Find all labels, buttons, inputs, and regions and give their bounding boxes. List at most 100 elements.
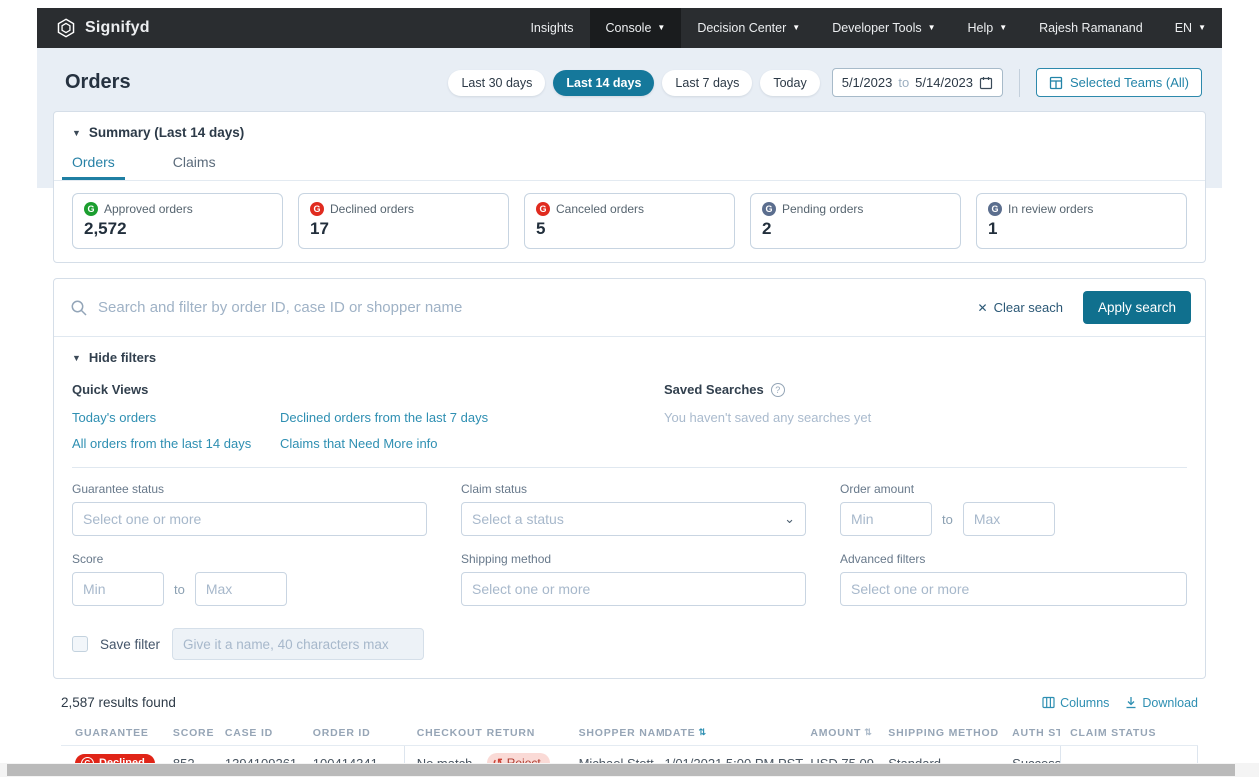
advanced-filters-input[interactable] — [840, 572, 1187, 606]
clear-search-label: Clear seach — [994, 300, 1063, 315]
search-panel: ✕ Clear seach Apply search ▼ Hide filter… — [53, 278, 1206, 679]
shipping-method-input[interactable] — [461, 572, 806, 606]
summary-card-label: Canceled orders — [556, 202, 644, 216]
column-header-label: SHIPPING METHOD — [888, 727, 999, 739]
range-pill-last-14-days[interactable]: Last 14 days — [553, 70, 654, 96]
column-header-label: CASE ID — [225, 727, 273, 739]
nav-item-insights[interactable]: Insights — [514, 8, 589, 48]
page-title: Orders — [65, 71, 131, 94]
columns-label: Columns — [1060, 696, 1109, 710]
horizontal-scrollbar-thumb[interactable] — [7, 764, 1235, 776]
score-max-input[interactable] — [195, 572, 287, 606]
nav-item-label: Developer Tools — [832, 21, 921, 35]
quick-view-link[interactable]: All orders from the last 14 days — [72, 436, 280, 451]
guarantee-status-input[interactable] — [72, 502, 427, 536]
column-header-label: SHOPPER NAME — [579, 727, 665, 739]
summary-card-label: In review orders — [1008, 202, 1093, 216]
nav-item-decision-center[interactable]: Decision Center ▼ — [681, 8, 816, 48]
score-min-input[interactable] — [72, 572, 164, 606]
claim-status-placeholder: Select a status — [472, 511, 564, 527]
clear-x-icon: ✕ — [978, 301, 988, 315]
nav-item-label: Decision Center — [697, 21, 786, 35]
clear-search-button[interactable]: ✕ Clear seach — [978, 300, 1063, 315]
summary-tabs: Orders Claims — [72, 154, 1187, 180]
summary-card-top: G Approved orders — [84, 202, 271, 216]
columns-button[interactable]: Columns — [1042, 696, 1109, 710]
search-row: ✕ Clear seach Apply search — [54, 279, 1205, 336]
range-pill-last-7-days[interactable]: Last 7 days — [662, 70, 752, 96]
guarantee-badge-icon: G — [310, 202, 324, 216]
summary-title: Summary (Last 14 days) — [89, 125, 244, 140]
date-range-input[interactable]: 5/1/2023 to 5/14/2023 — [832, 68, 1003, 97]
column-header-case: CASE ID — [225, 727, 313, 739]
tabs-divider — [54, 180, 1205, 181]
nav-item-developer-tools[interactable]: Developer Tools ▼ — [816, 8, 951, 48]
results-count: 2,587 results found — [61, 695, 176, 710]
summary-card-value: 5 — [536, 219, 723, 239]
summary-card-label: Declined orders — [330, 202, 414, 216]
column-header-label: SCORE — [173, 727, 214, 739]
saved-searches-title: Saved Searches — [664, 382, 764, 397]
nav-item-rajesh-ramanand[interactable]: Rajesh Ramanand — [1023, 8, 1159, 48]
column-header-date[interactable]: DATE⇅ — [664, 727, 810, 739]
summary-card: GDeclined orders17 — [298, 193, 509, 249]
quick-view-link[interactable]: Declined orders from the last 7 days — [280, 410, 664, 425]
guarantee-status-label: Guarantee status — [72, 482, 427, 496]
guarantee-badge-icon: G — [762, 202, 776, 216]
nav-items: InsightsConsole▼Decision Center▼Develope… — [514, 8, 1222, 48]
column-header-label: AUTH STATUS — [1012, 727, 1060, 739]
column-header-claim: CLAIM STATUS — [1060, 727, 1198, 739]
range-pill-today[interactable]: Today — [760, 70, 819, 96]
column-header-label: DATE — [664, 727, 695, 739]
hide-filters-toggle[interactable]: ▼ Hide filters — [54, 337, 1205, 378]
summary-card-value: 2 — [762, 219, 949, 239]
order-amount-label: Order amount — [840, 482, 1187, 496]
column-header-order: ORDER ID — [313, 727, 405, 739]
selected-teams-button[interactable]: Selected Teams (All) — [1036, 68, 1202, 97]
download-icon — [1125, 696, 1137, 709]
teams-grid-icon — [1049, 76, 1063, 90]
summary-collapse-toggle[interactable]: ▼ Summary (Last 14 days) — [72, 125, 1187, 140]
nav-item-help[interactable]: Help▼ — [952, 8, 1024, 48]
advanced-filters-label: Advanced filters — [840, 552, 1187, 566]
claim-status-select[interactable]: Select a status ⌄ — [461, 502, 806, 536]
help-icon[interactable]: ? — [771, 383, 785, 397]
summary-card-label: Pending orders — [782, 202, 863, 216]
brand-logo[interactable]: Signifyd — [37, 8, 168, 48]
save-filter-name-input[interactable] — [172, 628, 424, 660]
filters-top: Quick Views Today's ordersDeclined order… — [54, 378, 1205, 467]
range-pill-last-30-days[interactable]: Last 30 days — [448, 70, 545, 96]
summary-card-top: G Declined orders — [310, 202, 497, 216]
column-header-amount[interactable]: AMOUNT⇅ — [810, 727, 888, 739]
quick-views: Quick Views Today's ordersDeclined order… — [72, 382, 664, 451]
column-header-shopper: SHOPPER NAME — [579, 727, 665, 739]
nav-item-console[interactable]: Console▼ — [590, 8, 682, 48]
order-amount-to-word: to — [942, 512, 953, 527]
quick-view-link[interactable]: Claims that Need More info — [280, 436, 664, 451]
order-amount-max-input[interactable] — [963, 502, 1055, 536]
search-input[interactable] — [98, 299, 968, 316]
save-filter-checkbox[interactable] — [72, 636, 88, 652]
saved-searches-empty-text: You haven't saved any searches yet — [664, 410, 871, 425]
top-nav: Signifyd InsightsConsole▼Decision Center… — [37, 8, 1222, 48]
order-amount-min-input[interactable] — [840, 502, 932, 536]
apply-search-button[interactable]: Apply search — [1083, 291, 1191, 324]
summary-card-label: Approved orders — [104, 202, 193, 216]
quick-view-link[interactable]: Today's orders — [72, 410, 280, 425]
quick-view-links: Today's ordersDeclined orders from the l… — [72, 410, 664, 451]
page-header: Orders Last 30 days Last 14 days Last 7 da… — [37, 48, 1222, 111]
save-filter-row: Save filter — [54, 626, 1205, 678]
caret-down-icon: ▼ — [928, 24, 936, 32]
tab-claims[interactable]: Claims — [173, 154, 216, 180]
download-button[interactable]: Download — [1125, 696, 1198, 710]
nav-item-en[interactable]: EN▼ — [1159, 8, 1222, 48]
hide-filters-label: Hide filters — [89, 350, 156, 365]
column-header-label: CLAIM STATUS — [1070, 727, 1156, 739]
tab-orders[interactable]: Orders — [72, 154, 115, 180]
columns-icon — [1042, 696, 1055, 709]
caret-down-icon: ▼ — [792, 24, 800, 32]
claim-status-label: Claim status — [461, 482, 806, 496]
guarantee-badge-icon: G — [84, 202, 98, 216]
guarantee-badge-icon: G — [536, 202, 550, 216]
sort-icon: ⇅ — [864, 727, 872, 738]
